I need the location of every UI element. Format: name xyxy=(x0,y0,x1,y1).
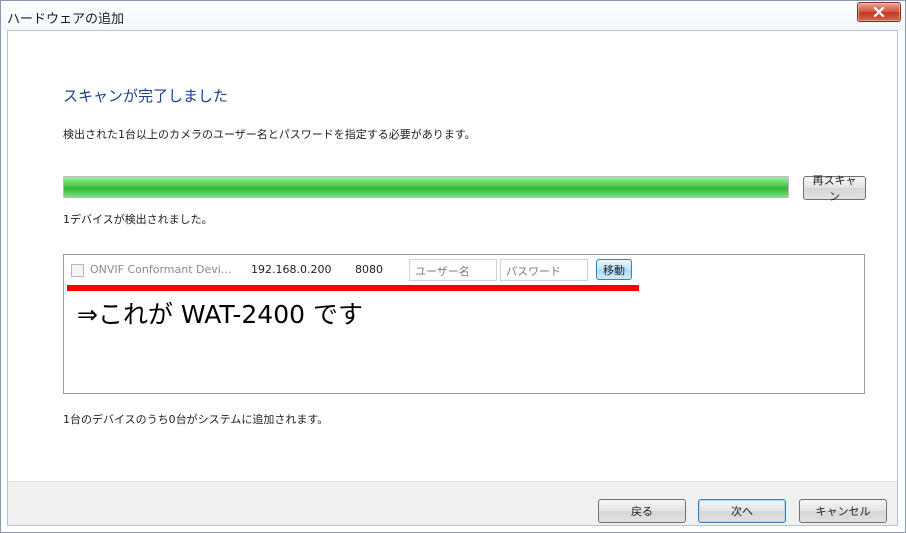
title-bar: ハードウェアの追加 xyxy=(1,1,905,31)
move-button[interactable]: 移動 xyxy=(596,259,632,280)
annotation-text: ⇒これが WAT-2400 です xyxy=(77,300,363,329)
next-button[interactable]: 次へ xyxy=(698,499,786,523)
password-field[interactable]: パスワード xyxy=(500,259,588,281)
detected-devices-text: 1デバイスが検出されました。 xyxy=(63,213,213,226)
window-title: ハードウェアの追加 xyxy=(7,12,125,27)
device-row: ONVIF Conformant Devi... 192.168.0.200 8… xyxy=(64,255,864,285)
username-field[interactable]: ユーザー名 xyxy=(409,259,497,281)
close-button[interactable] xyxy=(857,2,901,22)
device-checkbox[interactable] xyxy=(71,264,84,277)
scan-progress-bar xyxy=(63,176,789,198)
annotation-underline xyxy=(67,285,639,291)
add-hardware-dialog: ハードウェアの追加 スキャンが完了しました 検出された1台以上のカメラのユーザー… xyxy=(0,0,906,533)
scan-progress-fill xyxy=(64,177,788,197)
device-port: 8080 xyxy=(355,263,383,276)
close-icon xyxy=(873,7,885,17)
device-name: ONVIF Conformant Devi... xyxy=(90,263,232,276)
back-button[interactable]: 戻る xyxy=(598,499,686,523)
cancel-button[interactable]: キャンセル xyxy=(799,499,887,523)
rescan-button[interactable]: 再スキャン xyxy=(803,174,866,203)
instruction-text: 検出された1台以上のカメラのユーザー名とパスワードを指定する必要があります。 xyxy=(63,128,476,141)
page-title: スキャンが完了しました xyxy=(63,87,229,105)
device-ip-address: 192.168.0.200 xyxy=(251,263,332,276)
summary-text: 1台のデバイスのうち0台がシステムに追加されます。 xyxy=(63,413,329,426)
